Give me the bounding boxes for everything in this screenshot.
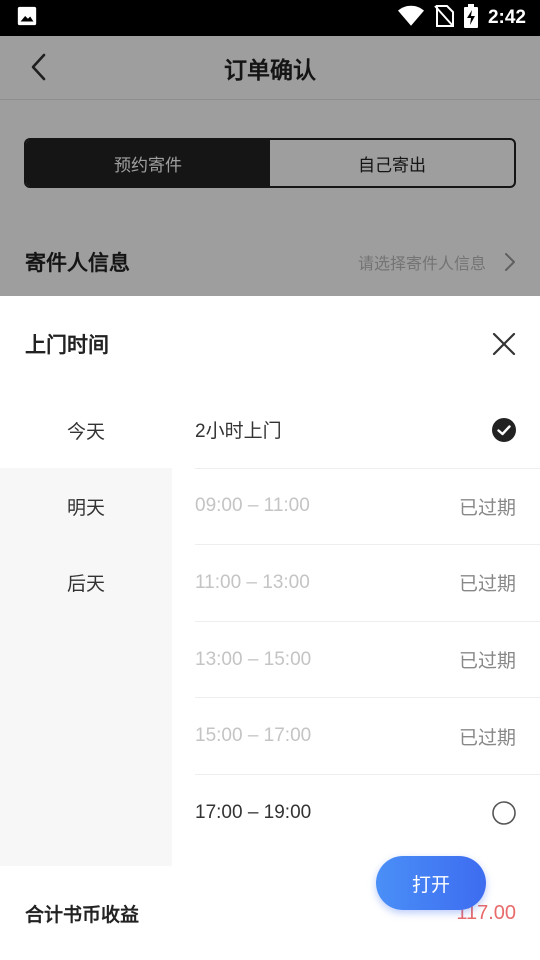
day-list: 今天 明天 后天 — [0, 392, 172, 866]
modal-overlay[interactable] — [0, 36, 540, 296]
time-slot[interactable]: 17:00 – 19:00 — [195, 775, 540, 852]
time-slot-label: 17:00 – 19:00 — [195, 802, 312, 824]
time-slot-label: 11:00 – 13:00 — [195, 571, 310, 593]
battery-charging-icon — [463, 4, 478, 32]
time-slot-status: 已过期 — [458, 726, 516, 749]
time-slot: 11:00 – 13:00 已过期 — [195, 545, 540, 622]
day-item-tomorrow[interactable]: 明天 — [0, 468, 172, 544]
time-slot-status: 已过期 — [458, 496, 516, 519]
check-circle-filled-icon — [492, 417, 516, 442]
total-label: 合计书币收益 — [25, 903, 140, 926]
open-button[interactable]: 打开 — [376, 856, 486, 910]
day-item-day-after[interactable]: 后天 — [0, 544, 172, 620]
time-slot[interactable]: 2小时上门 — [195, 392, 540, 469]
time-slot: 09:00 – 11:00 已过期 — [195, 469, 540, 546]
time-slot: 13:00 – 15:00 已过期 — [195, 622, 540, 699]
image-icon — [16, 5, 38, 31]
time-slot-label: 15:00 – 17:00 — [195, 725, 312, 747]
wifi-icon — [397, 5, 424, 31]
time-slot-label: 13:00 – 15:00 — [195, 648, 312, 670]
sheet-title: 上门时间 — [25, 333, 109, 357]
day-item-today[interactable]: 今天 — [0, 392, 172, 468]
time-slot-list: 2小时上门 09:00 – 11:00 已过期 11:00 – 13:00 已过… — [195, 392, 540, 852]
time-slot-label: 09:00 – 11:00 — [195, 495, 310, 517]
time-slot-label: 2小时上门 — [195, 421, 282, 443]
time-slot-status: 已过期 — [458, 573, 516, 596]
radio-circle-icon[interactable] — [492, 801, 516, 826]
close-icon[interactable] — [490, 330, 518, 358]
time-slot: 15:00 – 17:00 已过期 — [195, 698, 540, 775]
status-bar: 2:42 — [0, 0, 540, 36]
no-sim-icon — [434, 5, 454, 31]
status-time: 2:42 — [487, 7, 526, 28]
time-slot-status: 已过期 — [458, 650, 516, 673]
sheet-header: 上门时间 — [0, 296, 540, 392]
